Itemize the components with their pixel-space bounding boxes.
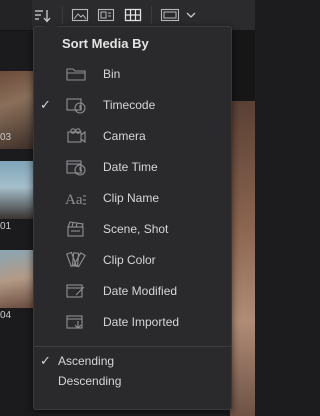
- metadata-view-button[interactable]: [159, 6, 180, 24]
- camera-icon: [64, 126, 88, 146]
- sort-order-label: Descending: [58, 374, 122, 388]
- chevron-down-icon: [186, 12, 196, 18]
- thumbnail-view-icon: [71, 8, 89, 22]
- clip-label: 03: [0, 132, 12, 143]
- sort-media-menu: Sort Media By Bin ✓ Timecode Camera Date…: [33, 20, 232, 410]
- view-options-dropdown[interactable]: [184, 8, 198, 26]
- timecode-icon: [64, 95, 88, 115]
- sort-option-date-imported[interactable]: Date Imported: [34, 308, 231, 336]
- viewer-frame: [230, 101, 255, 416]
- sort-option-label: Scene, Shot: [103, 222, 169, 236]
- thumbnail-view-button[interactable]: [70, 6, 90, 24]
- sort-option-label: Bin: [103, 67, 121, 81]
- sort-option-label: Clip Name: [103, 191, 160, 205]
- viewer-preview: [230, 31, 255, 416]
- sort-option-clip-color[interactable]: Clip Color: [34, 246, 231, 274]
- sort-option-scene-shot[interactable]: Scene, Shot: [34, 215, 231, 243]
- sort-option-label: Date Modified: [103, 284, 178, 298]
- sort-order-descending[interactable]: Descending: [34, 372, 231, 390]
- clapper-icon: [64, 219, 88, 239]
- menu-divider: [34, 346, 231, 347]
- menu-title: Sort Media By: [62, 36, 149, 51]
- sort-option-timecode[interactable]: ✓ Timecode: [34, 91, 231, 119]
- sort-option-label: Timecode: [103, 98, 156, 112]
- calendar-edit-icon: [64, 281, 88, 301]
- media-pool-clips: 03 01 04: [0, 31, 34, 416]
- sort-option-date-modified[interactable]: Date Modified: [34, 277, 231, 305]
- filmstrip-view-icon: [97, 8, 115, 22]
- svg-text:Aa: Aa: [65, 192, 83, 208]
- folder-icon: [64, 64, 88, 84]
- filmstrip-view-button[interactable]: [96, 6, 116, 24]
- toolbar-left-area: [0, 0, 32, 30]
- metadata-view-icon: [160, 8, 180, 22]
- check-icon: ✓: [40, 97, 51, 112]
- sort-order-label: Ascending: [58, 354, 115, 368]
- clip-label: 04: [0, 310, 12, 321]
- sort-option-bin[interactable]: Bin: [34, 60, 231, 88]
- sort-option-label: Date Time: [103, 160, 158, 174]
- list-view-icon: [124, 8, 142, 22]
- calendar-clock-icon: [64, 157, 88, 177]
- calendar-import-icon: [64, 312, 88, 332]
- color-swatch-icon: [64, 250, 88, 270]
- toolbar-divider: [62, 6, 63, 24]
- sort-option-label: Date Imported: [103, 315, 180, 329]
- sort-option-clip-name[interactable]: Aa Clip Name: [34, 184, 231, 212]
- sort-order-ascending[interactable]: ✓ Ascending: [34, 352, 231, 370]
- clip-thumbnail[interactable]: [0, 250, 34, 308]
- sort-option-date-time[interactable]: Date Time: [34, 153, 231, 181]
- text-icon: Aa: [64, 188, 88, 208]
- check-icon: ✓: [40, 353, 51, 368]
- menu-caret: [44, 20, 58, 27]
- clip-thumbnail[interactable]: [0, 161, 34, 219]
- sort-option-camera[interactable]: Camera: [34, 122, 231, 150]
- sort-option-label: Clip Color: [103, 253, 156, 267]
- clip-label: 01: [0, 221, 12, 232]
- list-view-button[interactable]: [123, 6, 143, 24]
- sort-option-label: Camera: [103, 129, 146, 143]
- toolbar-divider: [151, 6, 152, 24]
